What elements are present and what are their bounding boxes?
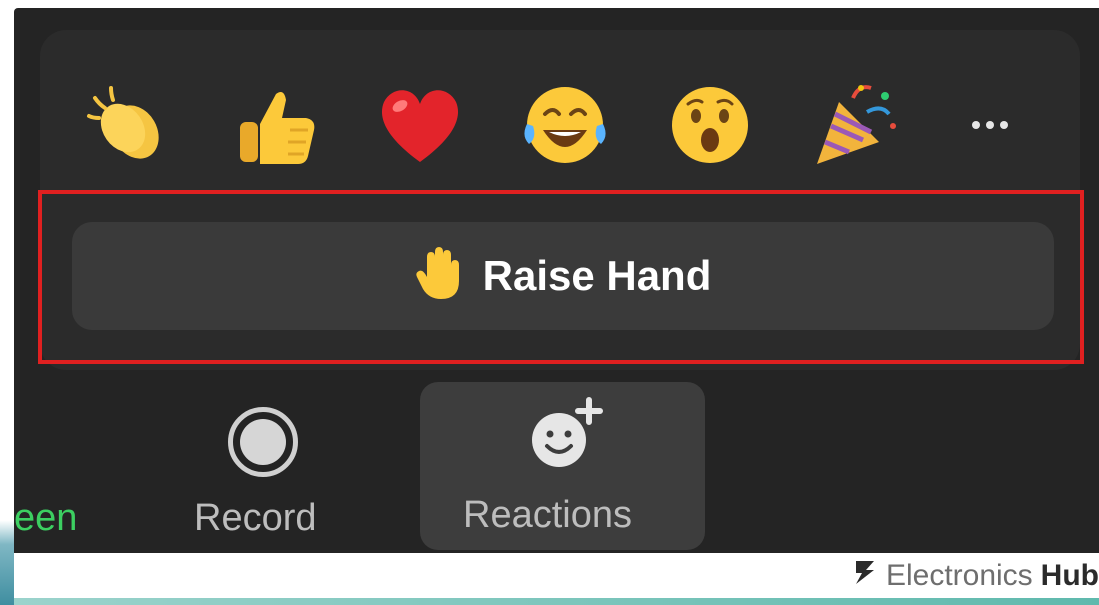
watermark-logo: Electronics Hub <box>852 556 1099 596</box>
watermark-name-light: Electronics <box>885 559 1033 592</box>
electronics-hub-logo-icon <box>852 557 878 595</box>
add-reaction-icon <box>525 394 605 479</box>
red-heart-icon[interactable] <box>370 75 470 175</box>
more-reactions-icon[interactable] <box>955 75 1025 175</box>
party-popper-icon[interactable] <box>805 75 905 175</box>
reactions-button[interactable]: Reactions <box>420 382 705 550</box>
open-mouth-face-icon[interactable] <box>660 75 760 175</box>
left-edge-strip <box>0 0 14 605</box>
record-label: Record <box>194 497 317 539</box>
tears-of-joy-icon[interactable] <box>515 75 615 175</box>
watermark-name-bold: Hub <box>1040 559 1099 592</box>
emoji-reaction-row <box>70 75 1030 175</box>
footer-accent-line <box>14 598 1099 605</box>
reactions-label: Reactions <box>463 494 632 536</box>
thumbs-up-icon[interactable] <box>225 75 325 175</box>
clapping-hands-icon[interactable] <box>80 75 180 175</box>
record-icon <box>228 407 298 477</box>
share-screen-label[interactable]: een <box>14 497 77 540</box>
highlight-box <box>38 190 1084 364</box>
record-button[interactable]: Record <box>180 385 350 545</box>
